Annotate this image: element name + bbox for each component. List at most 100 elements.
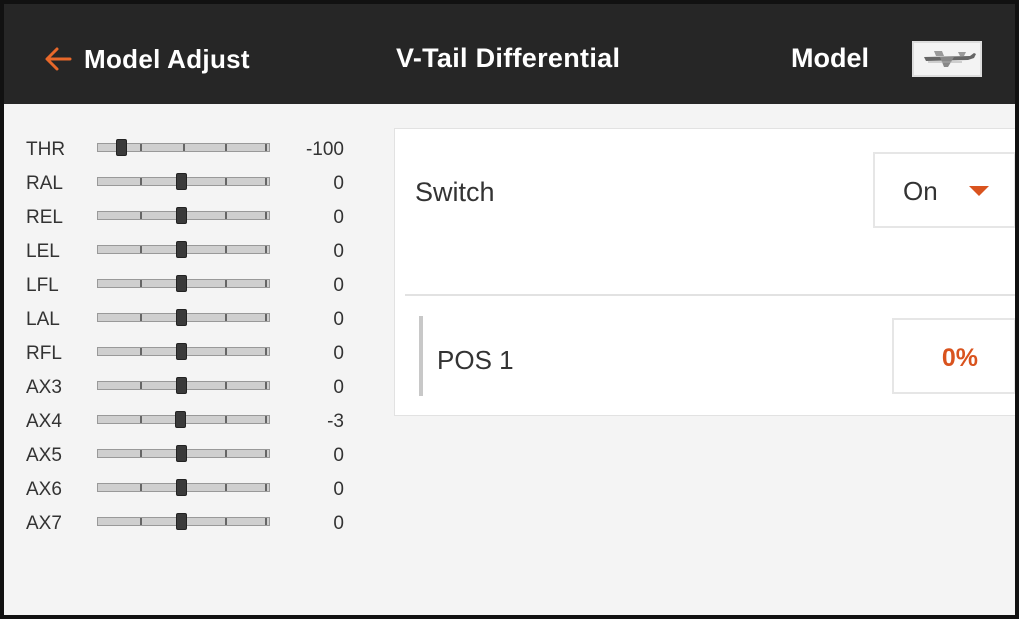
channel-bar-tick: [225, 450, 227, 457]
channel-row: LFL 0: [24, 273, 354, 307]
channel-name: LAL: [26, 309, 60, 330]
channel-name: AX6: [26, 479, 62, 500]
channel-value: -100: [305, 139, 344, 160]
channel-name: THR: [26, 139, 66, 160]
channel-bar: [97, 479, 270, 496]
back-arrow-icon: [45, 47, 72, 71]
channel-bar-handle: [176, 445, 187, 462]
pos1-label: POS 1: [437, 345, 514, 375]
switch-dropdown-value: On: [903, 176, 938, 206]
channel-bar-tick: [140, 518, 142, 525]
channel-name: AX3: [26, 377, 62, 398]
chevron-down-icon: [969, 186, 989, 196]
channel-monitor: THR -100 RAL 0 REL 0 LEL 0 LFL 0 LAL 0 RFL 0 AX3 0 AX4 -3…: [24, 137, 354, 545]
channel-bar-handle: [175, 411, 187, 428]
channel-value: -3: [327, 411, 344, 432]
channel-bar-handle: [176, 207, 187, 224]
channel-row: LEL 0: [24, 239, 354, 273]
channel-bar-tick: [225, 518, 227, 525]
channel-value: 0: [333, 513, 344, 534]
channel-bar-handle: [176, 173, 187, 190]
channel-name: AX4: [26, 411, 62, 432]
channel-row: RAL 0: [24, 171, 354, 205]
position-indicator-bar: [419, 316, 423, 396]
header-bar: Model Adjust V-Tail Differential Model: [4, 4, 1015, 104]
channel-bar-tick: [140, 348, 142, 355]
channel-value: 0: [333, 173, 344, 194]
channel-bar: [97, 173, 270, 190]
model-thumbnail-button[interactable]: [912, 41, 982, 77]
channel-row: THR -100: [24, 137, 354, 171]
channel-row: AX3 0: [24, 375, 354, 409]
channel-bar-tick: [140, 280, 142, 287]
pos1-value: 0%: [941, 344, 978, 372]
channel-name: AX5: [26, 445, 62, 466]
channel-value: 0: [333, 241, 344, 262]
model-label: Model: [791, 43, 869, 73]
channel-bar-handle: [176, 377, 187, 394]
channel-bar-handle: [176, 309, 187, 326]
back-label: Model Adjust: [84, 43, 250, 74]
channel-name: REL: [26, 207, 63, 228]
channel-name: LEL: [26, 241, 60, 262]
channel-bar-tick: [140, 484, 142, 491]
channel-bar: [97, 343, 270, 360]
channel-row: RFL 0: [24, 341, 354, 375]
channel-bar-handle: [176, 241, 187, 258]
channel-bar-tick: [140, 416, 142, 423]
channel-bar: [97, 139, 270, 156]
channel-row: AX7 0: [24, 511, 354, 545]
channel-bar: [97, 377, 270, 394]
channel-row: AX5 0: [24, 443, 354, 477]
channel-row: AX6 0: [24, 477, 354, 511]
channel-bar-tick: [225, 314, 227, 321]
channel-value: 0: [333, 309, 344, 330]
switch-label: Switch: [415, 177, 495, 207]
switch-dropdown[interactable]: On: [873, 152, 1015, 228]
airplane-icon: [924, 51, 976, 67]
channel-bar-tick: [225, 382, 227, 389]
channel-bar-handle: [176, 479, 187, 496]
channel-value: 0: [333, 207, 344, 228]
channel-value: 0: [333, 343, 344, 364]
channel-bar-tick: [225, 348, 227, 355]
channel-value: 0: [333, 275, 344, 296]
channel-bar-tick: [225, 144, 227, 151]
channel-value: 0: [333, 445, 344, 466]
channel-name: LFL: [26, 275, 59, 296]
page-title: V-Tail Differential: [396, 43, 621, 73]
channel-bar: [97, 513, 270, 530]
channel-bar-tick: [183, 144, 185, 151]
channel-name: RAL: [26, 173, 63, 194]
channel-bar-handle: [176, 275, 187, 292]
channel-row: REL 0: [24, 205, 354, 239]
channel-bar: [97, 275, 270, 292]
channel-bar-handle: [176, 343, 187, 360]
channel-row: LAL 0: [24, 307, 354, 341]
channel-bar-tick: [225, 178, 227, 185]
channel-bar-tick: [140, 246, 142, 253]
channel-bar-handle: [116, 139, 127, 156]
screen-frame: Model Adjust V-Tail Differential Model T…: [0, 0, 1019, 619]
settings-panel: Switch On POS 1 0%: [394, 128, 1015, 416]
channel-bar-tick: [140, 178, 142, 185]
divider: [405, 294, 1015, 296]
channel-name: RFL: [26, 343, 62, 364]
channel-value: 0: [333, 377, 344, 398]
channel-bar-tick: [140, 144, 142, 151]
channel-bar-tick: [225, 280, 227, 287]
channel-bar-tick: [140, 450, 142, 457]
channel-bar-handle: [176, 513, 187, 530]
back-button[interactable]: Model Adjust: [44, 41, 250, 77]
channel-bar-tick: [225, 484, 227, 491]
channel-bar-tick: [225, 416, 227, 423]
channel-bar-tick: [140, 382, 142, 389]
channel-bar: [97, 241, 270, 258]
channel-bar: [97, 207, 270, 224]
channel-name: AX7: [26, 513, 62, 534]
pos1-value-field[interactable]: 0%: [892, 318, 1015, 394]
channel-row: AX4 -3: [24, 409, 354, 443]
channel-bar-tick: [140, 314, 142, 321]
channel-bar-tick: [225, 246, 227, 253]
channel-bar-tick: [225, 212, 227, 219]
